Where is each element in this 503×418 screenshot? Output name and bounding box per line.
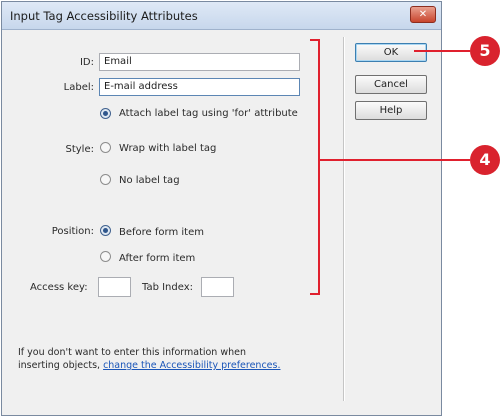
- id-label: ID:: [79, 57, 94, 68]
- style-wrap-label[interactable]: Wrap with label tag: [119, 143, 216, 154]
- accessibility-preferences-link[interactable]: change the Accessibility preferences.: [103, 360, 280, 371]
- note-line-1: If you don't want to enter this informat…: [18, 347, 246, 358]
- note-line-2: inserting objects,: [18, 360, 104, 371]
- position-after-label[interactable]: After form item: [119, 253, 195, 264]
- accessibility-note: If you don't want to enter this informat…: [18, 346, 281, 372]
- callout-bracket: [310, 39, 320, 295]
- close-icon: ✕: [418, 9, 428, 20]
- position-before-label[interactable]: Before form item: [119, 227, 204, 238]
- position-label: Position:: [51, 226, 94, 237]
- tab-index-field[interactable]: [201, 277, 234, 297]
- position-after-radio[interactable]: [100, 251, 111, 262]
- dialog-title: Input Tag Accessibility Attributes: [10, 9, 198, 23]
- style-none-label[interactable]: No label tag: [119, 175, 180, 186]
- access-key-field[interactable]: [98, 277, 131, 297]
- close-button[interactable]: ✕: [410, 6, 436, 23]
- help-button[interactable]: Help: [355, 101, 427, 120]
- label-field[interactable]: E-mail address: [99, 78, 300, 96]
- title-bar: Input Tag Accessibility Attributes ✕: [2, 2, 441, 30]
- callout-5-leader: [414, 50, 470, 52]
- label-label: Label:: [63, 82, 94, 93]
- callout-5-badge: 5: [470, 36, 500, 66]
- style-attach-radio[interactable]: [100, 108, 111, 119]
- style-attach-label[interactable]: Attach label tag using 'for' attribute: [119, 108, 298, 119]
- style-label: Style:: [65, 144, 95, 155]
- tab-index-label: Tab Index:: [142, 282, 194, 293]
- dialog-window: Input Tag Accessibility Attributes ✕ ID:…: [1, 1, 442, 416]
- cancel-button[interactable]: Cancel: [355, 75, 427, 94]
- style-wrap-radio[interactable]: [100, 142, 111, 153]
- ok-button[interactable]: OK: [355, 43, 427, 62]
- position-before-radio[interactable]: [100, 225, 111, 236]
- access-key-label: Access key:: [30, 282, 88, 293]
- callout-4-badge: 4: [470, 145, 500, 175]
- style-none-radio[interactable]: [100, 174, 111, 185]
- id-field[interactable]: Email: [99, 53, 300, 71]
- vertical-separator: [343, 37, 345, 401]
- callout-4-leader: [320, 159, 470, 161]
